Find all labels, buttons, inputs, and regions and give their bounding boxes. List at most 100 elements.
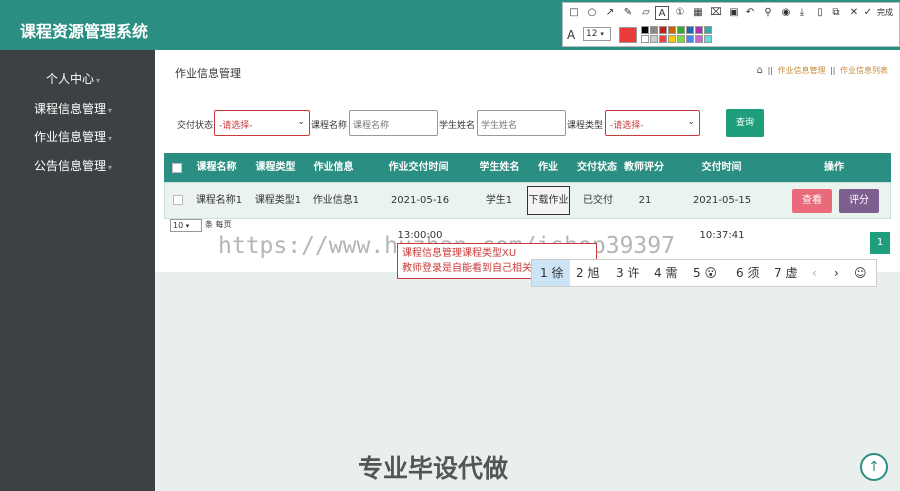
home-icon[interactable]: ⌂ bbox=[757, 65, 763, 76]
column-header: 操作 bbox=[824, 162, 844, 173]
marker-icon[interactable]: ▱ bbox=[639, 6, 653, 20]
breadcrumb-item[interactable]: 作业信息管理 bbox=[778, 66, 826, 75]
font-size-value: 12 bbox=[586, 29, 598, 39]
ime-candidate-bar: 1 徐 2 旭 3 许 4 需 5 😮 6 须 7 虚 ‹ › ☺ bbox=[531, 259, 877, 287]
page-title: 作业信息管理 bbox=[175, 67, 241, 80]
student-filter-label: 学生姓名 bbox=[439, 121, 476, 131]
column-header: 作业交付时间 bbox=[388, 162, 449, 173]
color-swatch[interactable] bbox=[704, 35, 712, 43]
rate-button[interactable]: 评分 bbox=[839, 189, 879, 213]
ime-candidate[interactable]: 1 徐 bbox=[532, 260, 570, 286]
color-swatch[interactable] bbox=[677, 35, 685, 43]
type-select[interactable]: -请选择- ⌄ bbox=[605, 110, 700, 136]
table-row: 课程名称1 课程类型1 作业信息1 2021-05-16 13:00:00 学生… bbox=[164, 182, 891, 241]
text-icon[interactable]: A bbox=[655, 6, 669, 20]
close-icon[interactable]: ✕ bbox=[847, 6, 861, 20]
undo-icon[interactable]: ↶ bbox=[743, 6, 757, 20]
color-swatch[interactable] bbox=[659, 26, 667, 34]
color-swatch[interactable] bbox=[641, 26, 649, 34]
page-number-button[interactable]: 1 bbox=[870, 232, 890, 254]
check-icon[interactable]: ✓ bbox=[861, 6, 875, 20]
ellipse-icon[interactable]: ○ bbox=[585, 6, 599, 20]
ime-candidate[interactable]: 4 需 bbox=[654, 260, 690, 286]
phone-icon[interactable]: ▯ bbox=[813, 6, 827, 20]
footer-text: 专业毕设代做 bbox=[358, 454, 509, 483]
ime-candidate[interactable]: 7 虚 bbox=[774, 260, 810, 286]
course-name-cell: 课程名称1 bbox=[195, 195, 243, 206]
ime-candidate[interactable]: 2 旭 bbox=[576, 260, 612, 286]
sidebar-item-label: 课程信息管理 bbox=[34, 102, 107, 116]
color-swatch[interactable] bbox=[686, 35, 694, 43]
font-size-select[interactable]: 12 ▾ bbox=[583, 27, 611, 41]
record-icon[interactable]: ◉ bbox=[779, 6, 793, 20]
chevron-down-icon: ▾ bbox=[108, 163, 113, 172]
student-name-cell: 学生1 bbox=[485, 195, 513, 206]
delivery-time-cell: 2021-05-15 10:37:41 bbox=[692, 195, 752, 241]
chevron-down-icon: ⌄ bbox=[687, 117, 695, 127]
view-button[interactable]: 查看 bbox=[792, 189, 832, 213]
sidebar-item-course-info[interactable]: 课程信息管理 ▾ bbox=[0, 100, 155, 117]
column-header: 学生姓名 bbox=[479, 162, 520, 173]
download-homework-button[interactable]: 下载作业 bbox=[527, 186, 570, 215]
select-all-checkbox[interactable] bbox=[172, 163, 182, 173]
breadcrumb-separator: || bbox=[830, 66, 836, 75]
done-label[interactable]: 完成 bbox=[877, 7, 893, 18]
sidebar-item-personal-center[interactable]: 个人中心 ▾ bbox=[0, 70, 155, 87]
color-swatch[interactable] bbox=[659, 35, 667, 43]
breadcrumb-separator: || bbox=[767, 66, 773, 75]
delivery-status-cell: 已交付 bbox=[583, 195, 613, 206]
page-size-value: 10 bbox=[173, 221, 184, 230]
status-select[interactable]: -请选择- ⌄ bbox=[214, 110, 310, 136]
color-swatch[interactable] bbox=[695, 26, 703, 34]
color-swatch[interactable] bbox=[668, 26, 676, 34]
course-type-cell: 课程类型1 bbox=[254, 195, 302, 206]
current-color-swatch[interactable] bbox=[619, 27, 637, 43]
eraser-icon[interactable]: ⌧ bbox=[709, 6, 723, 20]
color-swatch[interactable] bbox=[677, 26, 685, 34]
ime-candidate[interactable]: 3 许 bbox=[616, 260, 652, 286]
page-size-select[interactable]: 10 ▾ bbox=[170, 219, 202, 232]
app-title: 课程资源管理系统 bbox=[20, 22, 149, 41]
screenshot-toolbar: □ ○ ↗ ✎ ▱ A ① ▦ ⌧ ▣ ↶ ⚲ ◉ ⤓ ▯ ⧉ ✕ ✓ 完成 A… bbox=[562, 2, 900, 47]
chevron-left-icon[interactable]: ‹ bbox=[812, 260, 826, 286]
homework-info-cell: 作业信息1 bbox=[312, 195, 360, 206]
sidebar-item-notice-info[interactable]: 公告信息管理 ▾ bbox=[0, 157, 155, 174]
color-swatch[interactable] bbox=[650, 35, 658, 43]
row-checkbox[interactable] bbox=[173, 195, 183, 205]
chevron-down-icon: ▾ bbox=[96, 76, 101, 85]
breadcrumb-item: 作业信息列表 bbox=[840, 66, 888, 75]
color-swatch[interactable] bbox=[686, 26, 694, 34]
ocr-icon[interactable]: ▣ bbox=[727, 6, 741, 20]
course-filter-label: 课程名称 bbox=[311, 121, 348, 131]
ime-candidate[interactable]: 5 😮 bbox=[693, 260, 729, 286]
scroll-top-icon[interactable]: ↑ bbox=[860, 453, 888, 481]
color-swatch[interactable] bbox=[695, 35, 703, 43]
save-icon[interactable]: ⤓ bbox=[795, 6, 809, 20]
color-swatch[interactable] bbox=[668, 35, 676, 43]
color-swatch[interactable] bbox=[704, 26, 712, 34]
column-header: 作业 bbox=[538, 162, 558, 173]
pin-icon[interactable]: ⚲ bbox=[761, 6, 775, 20]
ime-candidate[interactable]: 6 须 bbox=[736, 260, 772, 286]
type-filter-label: 课程类型 bbox=[567, 121, 604, 131]
color-swatch[interactable] bbox=[641, 35, 649, 43]
course-name-input[interactable]: 课程名称 bbox=[349, 110, 438, 136]
chevron-down-icon: ▾ bbox=[108, 106, 113, 115]
color-swatch[interactable] bbox=[650, 26, 658, 34]
submit-time-cell: 2021-05-16 13:00:00 bbox=[390, 195, 450, 241]
rectangle-icon[interactable]: □ bbox=[567, 6, 581, 20]
pen-icon[interactable]: ✎ bbox=[621, 6, 635, 20]
font-icon[interactable]: A bbox=[567, 28, 575, 42]
emoji-icon[interactable]: ☺ bbox=[854, 260, 870, 286]
column-header: 交付状态 bbox=[577, 162, 617, 173]
student-name-input[interactable]: 学生姓名 bbox=[477, 110, 566, 136]
search-button[interactable]: 查询 bbox=[726, 109, 764, 137]
sidebar-item-label: 公告信息管理 bbox=[34, 159, 107, 173]
step-icon[interactable]: ① bbox=[673, 6, 687, 20]
arrow-icon[interactable]: ↗ bbox=[603, 6, 617, 20]
teacher-score-cell: 21 bbox=[638, 195, 652, 206]
sidebar-item-homework-info[interactable]: 作业信息管理 ▾ bbox=[0, 128, 155, 145]
copy-icon[interactable]: ⧉ bbox=[829, 6, 843, 20]
chevron-right-icon[interactable]: › bbox=[834, 260, 848, 286]
mosaic-icon[interactable]: ▦ bbox=[691, 6, 705, 20]
